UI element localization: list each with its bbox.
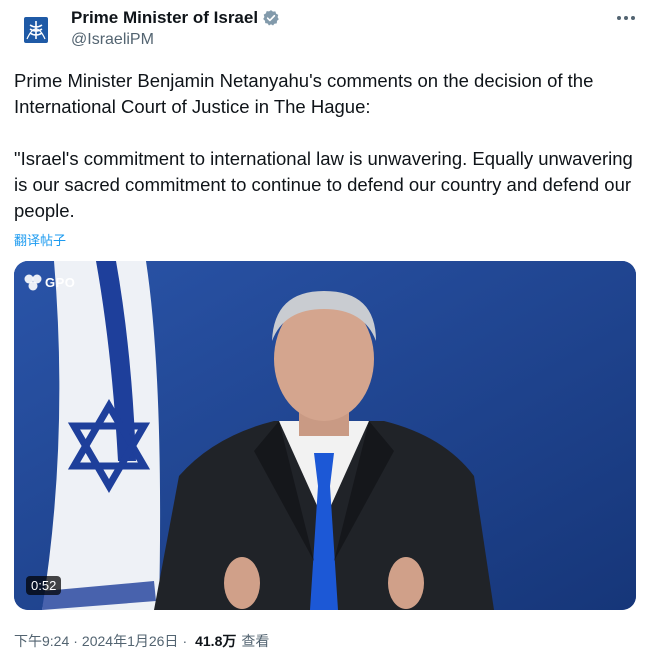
more-options-icon[interactable] (612, 6, 640, 30)
author-handle[interactable]: @IsraeliPM (71, 31, 154, 49)
video-thumbnail (14, 261, 636, 610)
tweet-text: Prime Minister Benjamin Netanyahu's comm… (14, 70, 633, 221)
tweet-time[interactable]: 下午9:24 (14, 631, 69, 651)
meta-separator: · (73, 633, 78, 649)
tweet-header: Prime Minister of Israel @IsraeliPM (0, 0, 656, 62)
meta-separator-2: · (182, 633, 188, 649)
tweet-date[interactable]: 2024年1月26日 (82, 631, 179, 651)
gpo-logo-icon (24, 274, 42, 291)
israel-emblem-icon (24, 17, 48, 43)
avatar[interactable] (14, 8, 58, 52)
tweet-meta: 下午9:24 · 2024年1月26日 · 41.8万 查看 (14, 631, 269, 651)
gpo-text: GPO (45, 274, 76, 290)
verified-check-icon[interactable] (262, 9, 280, 27)
video-player[interactable]: GPO 0:52 (14, 261, 636, 610)
author-display-name[interactable]: Prime Minister of Israel (71, 8, 258, 28)
gpo-watermark: GPO (23, 273, 75, 291)
views-count[interactable]: 41.8万 (195, 631, 236, 651)
author-name-row: Prime Minister of Israel (71, 8, 280, 28)
video-duration: 0:52 (26, 576, 62, 595)
views-label: 查看 (241, 633, 270, 649)
translate-post-link[interactable]: 翻译帖子 (14, 230, 66, 249)
